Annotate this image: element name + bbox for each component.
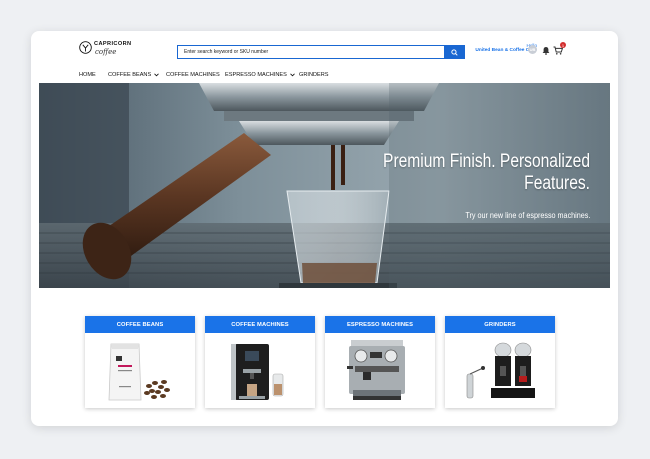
brand-logo[interactable]: CAPRICORN coffee — [79, 40, 139, 66]
category-cards: COFFEE BEANS COFFEE MACHINES ESPRESSO MA… — [31, 316, 618, 411]
chevron-down-icon — [290, 73, 295, 77]
browser-page: CAPRICORN coffee Hello United Bean & Cof… — [31, 31, 618, 426]
logo-mark-icon — [79, 41, 92, 54]
nav-item-label: HOME — [79, 72, 96, 78]
espresso-machine-image — [347, 340, 405, 400]
avatar[interactable]: UB — [528, 45, 537, 54]
nav-item-home[interactable]: HOME — [79, 72, 96, 78]
coffee-bag-image — [108, 343, 170, 401]
nav-item-grinders[interactable]: GRINDERS — [299, 72, 329, 78]
grinders-image — [466, 342, 535, 399]
nav-item-coffee-beans[interactable]: COFFEE BEANS — [108, 72, 160, 78]
category-title: COFFEE BEANS — [85, 316, 195, 333]
nav-item-label: GRINDERS — [299, 72, 329, 78]
nav-item-coffee-machines[interactable]: COFFEE MACHINES — [166, 72, 220, 78]
search-button[interactable] — [444, 46, 464, 58]
category-card-espresso-machines[interactable]: ESPRESSO MACHINES — [325, 316, 435, 408]
hero-banner[interactable]: Premium Finish. Personalized Features. T… — [39, 83, 610, 288]
search-icon — [450, 48, 458, 56]
brand-name: CAPRICORN — [94, 41, 132, 47]
hero-title: Premium Finish. Personalized Features. — [383, 151, 590, 194]
site-header: CAPRICORN coffee Hello United Bean & Cof… — [31, 31, 618, 83]
category-title: COFFEE MACHINES — [205, 316, 315, 333]
category-title: GRINDERS — [445, 316, 555, 333]
nav-item-label: COFFEE BEANS — [108, 72, 152, 78]
nav-item-label: ESPRESSO MACHINES — [225, 72, 287, 78]
search-input[interactable] — [178, 46, 446, 58]
cart-count-badge: 1 — [560, 42, 566, 48]
search-bar — [177, 45, 465, 59]
coffee-machine-image — [231, 344, 284, 400]
category-card-coffee-machines[interactable]: COFFEE MACHINES — [205, 316, 315, 408]
hero-subtitle: Try our new line of espresso machines. — [464, 210, 590, 220]
chevron-down-icon — [154, 73, 160, 77]
category-card-grinders[interactable]: GRINDERS — [445, 316, 555, 408]
main-nav: HOME COFFEE BEANS COFFEE MACHINES ESPRES… — [31, 69, 618, 83]
brand-tagline: coffee — [95, 48, 117, 56]
nav-item-espresso-machines[interactable]: ESPRESSO MACHINES — [225, 72, 295, 78]
bell-icon[interactable] — [542, 46, 550, 55]
category-title: ESPRESSO MACHINES — [325, 316, 435, 333]
nav-item-label: COFFEE MACHINES — [166, 72, 220, 78]
category-card-coffee-beans[interactable]: COFFEE BEANS — [85, 316, 195, 408]
